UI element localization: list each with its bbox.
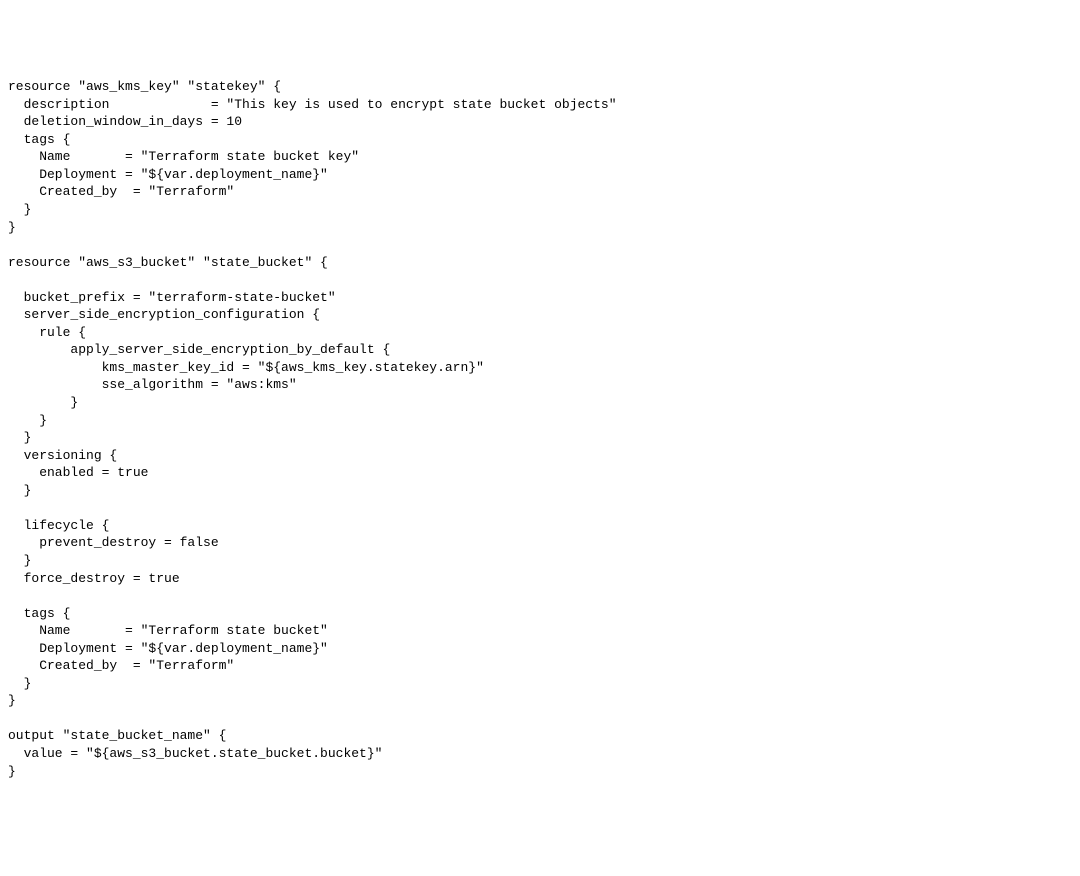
terraform-code-block: resource "aws_kms_key" "statekey" { desc… bbox=[8, 78, 1072, 780]
